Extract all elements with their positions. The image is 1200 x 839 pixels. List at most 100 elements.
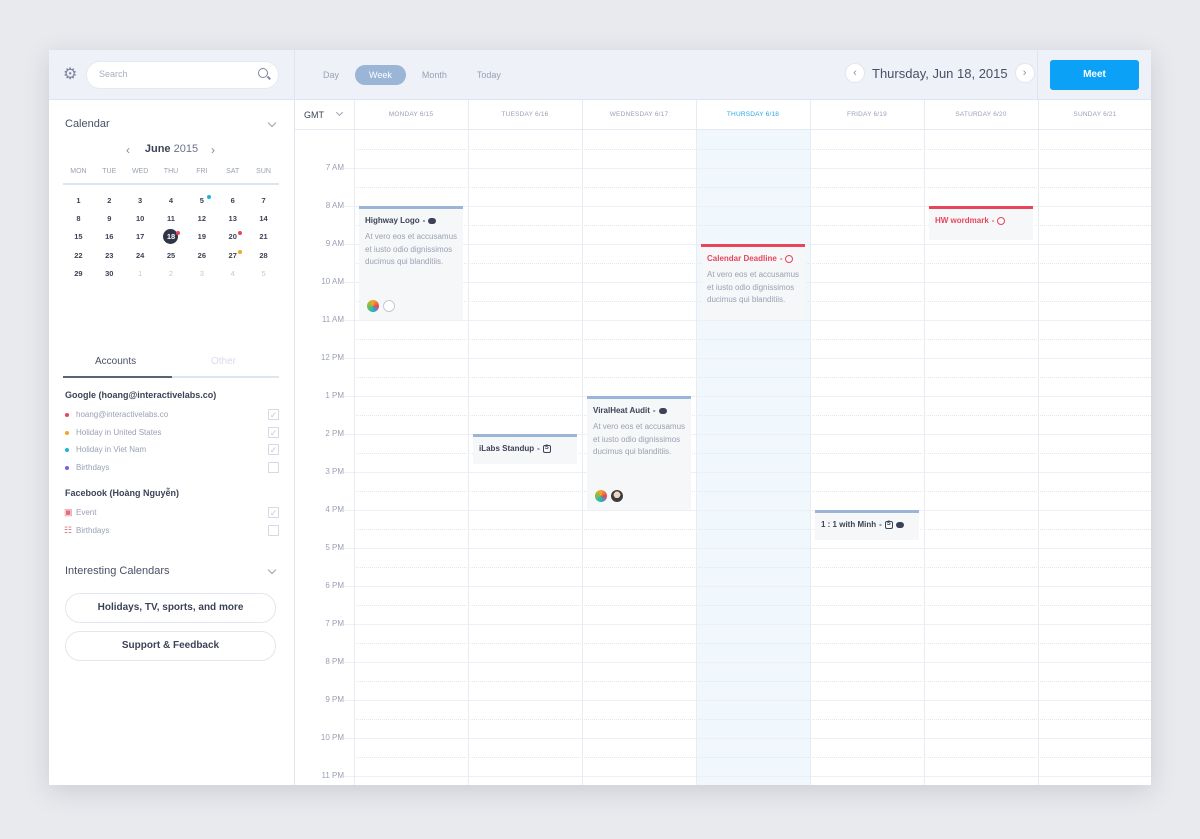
person-avatar[interactable]: [611, 490, 623, 502]
day-column-header[interactable]: SUNDAY 6/21: [1038, 100, 1151, 130]
mini-calendar-day[interactable]: 16: [94, 228, 125, 246]
search-icon[interactable]: [258, 68, 268, 78]
mini-calendar-day[interactable]: 13: [217, 210, 248, 228]
mini-calendar-day[interactable]: 14: [248, 210, 279, 228]
mini-calendar-day[interactable]: 17: [125, 228, 156, 246]
mini-calendar-day[interactable]: 1: [125, 265, 156, 283]
calendar-label: hoang@interactivelabs.co: [76, 410, 169, 419]
mini-calendar-day[interactable]: 23: [94, 247, 125, 265]
mini-calendar-day[interactable]: 27: [217, 247, 248, 265]
event-card[interactable]: iLabs Standup - S: [473, 434, 577, 465]
calendar-checkbox[interactable]: ✓: [268, 444, 279, 456]
chevron-down-icon[interactable]: [267, 118, 277, 128]
weekday-label: SUN: [256, 168, 271, 175]
empty-avatar[interactable]: [383, 300, 395, 312]
hour-line: [354, 738, 1151, 739]
timezone-select[interactable]: GMT: [294, 100, 354, 130]
calendar-list-item[interactable]: ▣ Event ✓: [64, 507, 279, 521]
colorful-avatar[interactable]: [367, 300, 379, 312]
mini-calendar-day[interactable]: 2: [94, 192, 125, 210]
gear-icon[interactable]: ⚙: [63, 67, 79, 83]
view-month-button[interactable]: Month: [408, 65, 461, 85]
day-number: 8: [76, 214, 81, 224]
clock-icon: [785, 254, 794, 263]
mini-calendar-day[interactable]: 3: [186, 265, 217, 283]
day-column-header[interactable]: WEDNESDAY 6/17: [582, 100, 696, 130]
prev-month-button[interactable]: ‹: [126, 143, 130, 157]
mini-calendar-day[interactable]: 15: [63, 228, 94, 246]
day-number: 1: [138, 268, 143, 278]
mini-calendar-day[interactable]: 28: [248, 247, 279, 265]
mini-calendar-day[interactable]: 4: [156, 192, 187, 210]
calendar-list-item[interactable]: Birthdays: [65, 462, 279, 476]
day-number: 6: [230, 196, 235, 205]
event-card[interactable]: 1 : 1 with Minh - S: [815, 510, 919, 541]
mini-calendar-day[interactable]: 20: [217, 228, 248, 246]
mini-calendar-day[interactable]: 26: [186, 247, 217, 265]
event-card[interactable]: Highway Logo - At vero eos et accusamus et…: [359, 206, 463, 320]
calendar-checkbox[interactable]: [268, 462, 279, 474]
support-feedback-button[interactable]: Support & Feedback: [65, 631, 276, 661]
hour-tick: [344, 168, 354, 169]
next-date-button[interactable]: ›: [1015, 64, 1034, 82]
mini-calendar-day[interactable]: 29: [63, 265, 94, 283]
column-divider: [582, 100, 583, 785]
calendar-checkbox[interactable]: ✓: [268, 409, 279, 420]
tab-other[interactable]: Other: [211, 356, 236, 367]
event-description: At vero eos et accusamus et iusto odio d…: [365, 232, 458, 266]
mini-calendar-day[interactable]: 3: [125, 192, 156, 210]
tab-accounts[interactable]: Accounts: [95, 356, 136, 367]
top-bar: ⚙ Search Day Week Month Today ‹ Thursday…: [49, 50, 1151, 100]
mini-calendar-day[interactable]: 25: [156, 247, 187, 265]
mini-calendar-day-selected[interactable]: 18: [156, 228, 187, 246]
mini-calendar-day[interactable]: 12: [186, 210, 217, 228]
mini-calendar-day[interactable]: 19: [186, 228, 217, 246]
day-column-header[interactable]: THURSDAY 6/18: [696, 100, 810, 130]
mini-calendar-day[interactable]: 30: [94, 265, 125, 283]
hour-line: [354, 624, 1151, 625]
mini-calendar-day[interactable]: 11: [156, 210, 187, 228]
mini-calendar-day[interactable]: 9: [94, 210, 125, 228]
mini-calendar-day[interactable]: 8: [63, 210, 94, 228]
calendar-list-item[interactable]: Holiday in United States ✓: [65, 426, 279, 441]
mini-calendar-day[interactable]: 22: [63, 247, 94, 265]
mini-calendar-day[interactable]: 2: [156, 265, 187, 283]
calendar-checkbox[interactable]: ✓: [268, 426, 279, 438]
day-column-header[interactable]: MONDAY 6/15: [354, 100, 468, 130]
next-month-button[interactable]: ›: [211, 143, 215, 157]
calendar-list-item[interactable]: hoang@interactivelabs.co ✓: [65, 409, 279, 423]
search-input[interactable]: Search: [87, 62, 278, 88]
calendar-checkbox[interactable]: ✓: [268, 507, 279, 518]
mini-calendar-day[interactable]: 1: [63, 192, 94, 210]
mini-calendar-day[interactable]: 10: [125, 210, 156, 228]
event-card[interactable]: HW wordmark -: [929, 206, 1033, 241]
calendar-list-item[interactable]: Holiday in Viet Nam ✓: [65, 444, 279, 458]
day-number: 4: [230, 268, 235, 278]
mini-calendar-day[interactable]: 7: [248, 192, 279, 210]
mini-calendar-day[interactable]: 6: [217, 192, 248, 210]
chevron-down-icon[interactable]: [267, 565, 277, 575]
time-label: 4 PM: [325, 505, 344, 514]
event-card[interactable]: ViralHeat Audit - At vero eos et accusamus…: [587, 396, 691, 510]
colorful-avatar[interactable]: [595, 490, 607, 502]
day-column-header[interactable]: SATURDAY 6/20: [924, 100, 1038, 130]
hour-line: [354, 510, 1151, 511]
view-week-button[interactable]: Week: [355, 65, 406, 85]
event-card[interactable]: Calendar Deadline - At vero eos et accusam…: [701, 244, 805, 320]
mini-calendar-day[interactable]: 4: [217, 265, 248, 283]
calendar-list-item[interactable]: ☷ Birthdays: [64, 524, 279, 539]
holidays-button[interactable]: Holidays, TV, sports, and more: [65, 593, 276, 623]
calendar-window: ⚙ Search Day Week Month Today ‹ Thursday…: [49, 50, 1151, 785]
mini-calendar-day[interactable]: 5: [186, 192, 217, 210]
calendar-checkbox[interactable]: [268, 524, 279, 536]
mini-calendar-day[interactable]: 24: [125, 247, 156, 265]
view-day-button[interactable]: Day: [309, 65, 353, 85]
prev-date-button[interactable]: ‹: [846, 64, 864, 82]
today-button[interactable]: Today: [463, 65, 515, 85]
mini-calendar-day[interactable]: 21: [248, 228, 279, 246]
meet-button[interactable]: Meet: [1050, 60, 1139, 90]
weekday-label: TUE: [102, 168, 117, 175]
day-column-header[interactable]: FRIDAY 6/19: [810, 100, 924, 130]
mini-calendar-day[interactable]: 5: [248, 265, 279, 283]
day-column-header[interactable]: TUESDAY 6/16: [468, 100, 582, 130]
